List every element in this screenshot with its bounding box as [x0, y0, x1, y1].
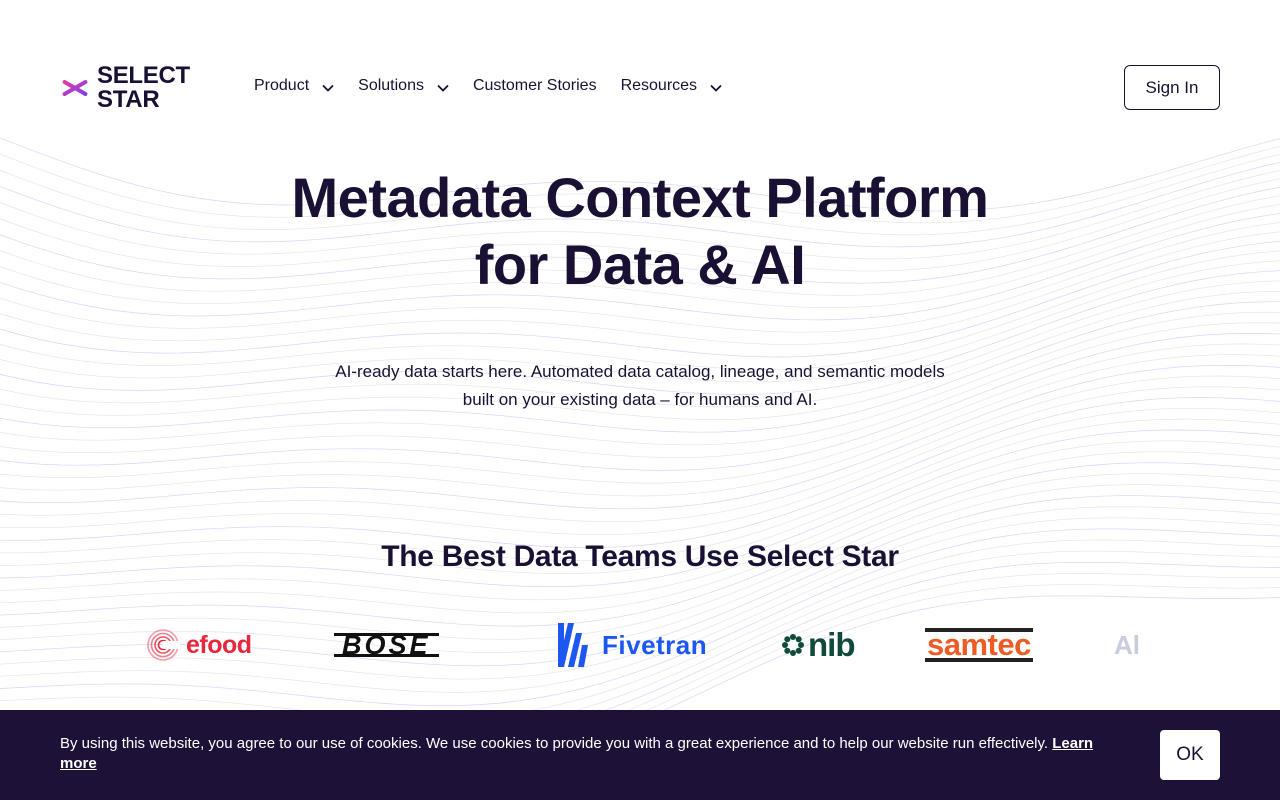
samtec-logo: samtec — [925, 615, 1033, 675]
cookie-banner: By using this website, you agree to our … — [0, 710, 1280, 800]
sign-in-button[interactable]: Sign In — [1124, 65, 1220, 110]
main-nav: Product Solutions Customer Stories Resou… — [254, 74, 746, 98]
partial-wordmark: Al — [1114, 629, 1140, 660]
samtec-wordmark: samtec — [925, 627, 1033, 662]
nav-item-label: Product — [254, 77, 310, 94]
cookie-ok-button[interactable]: OK — [1160, 730, 1220, 780]
efood-swirl-icon — [147, 629, 180, 661]
hero-subtitle-line-1: AI-ready data starts here. Automated dat… — [335, 362, 945, 381]
customers-title: The Best Data Teams Use Select Star — [381, 540, 899, 573]
brand-wordmark: SELECT STAR — [97, 64, 190, 112]
nib-flower-icon — [782, 634, 804, 656]
nav-item-customer-stories[interactable]: Customer Stories — [473, 77, 597, 95]
brand-line-2: STAR — [97, 86, 160, 113]
cookie-message: By using this website, you agree to our … — [60, 734, 1110, 774]
nav-item-label: Solutions — [358, 77, 424, 94]
hero-title-line-2: for Data & AI — [474, 233, 806, 296]
asterisk-star-icon — [62, 74, 88, 102]
efood-wordmark: efood — [186, 630, 252, 659]
efood-logo: efood — [146, 615, 252, 675]
chevron-down-icon — [710, 84, 722, 92]
bose-logo: BOSE — [334, 615, 439, 675]
nav-item-label: Resources — [620, 77, 698, 94]
wave-line — [0, 397, 1280, 548]
wave-line — [0, 451, 1280, 614]
chevron-down-icon — [437, 84, 449, 92]
nav-item-solutions[interactable]: Solutions — [358, 77, 449, 95]
nav-item-product[interactable]: Product — [254, 77, 334, 95]
nib-logo: nib — [781, 615, 855, 675]
hero-subtitle-line-2: built on your existing data – for humans… — [462, 390, 818, 409]
brand-logo[interactable]: SELECT STAR — [60, 63, 200, 113]
wave-line — [0, 440, 1280, 601]
nib-wordmark: nib — [808, 626, 855, 663]
site-header: SELECT STAR Product Solutions Customer S… — [0, 0, 1280, 175]
nav-item-label: Customer Stories — [472, 77, 597, 94]
chevron-down-icon — [322, 84, 334, 92]
fivetran-logo: Fivetran — [556, 615, 707, 675]
nav-item-resources[interactable]: Resources — [621, 77, 722, 95]
hero-title: Metadata Context Platform for Data & AI — [0, 164, 1280, 298]
cookie-text: By using this website, you agree to our … — [60, 735, 1049, 752]
partial-customer-logo: Al — [1114, 615, 1150, 675]
brand-line-1: SELECT — [97, 62, 190, 89]
wave-line — [0, 407, 1280, 561]
fivetran-mark-icon — [558, 623, 588, 667]
fivetran-wordmark: Fivetran — [602, 629, 708, 660]
customer-logo-strip: efood BOSE Fivetran nib samtec Al — [0, 615, 1280, 675]
hero-subtitle: AI-ready data starts here. Automated dat… — [290, 358, 990, 414]
hero-title-line-1: Metadata Context Platform — [291, 166, 989, 229]
bose-wordmark: BOSE — [334, 632, 439, 659]
